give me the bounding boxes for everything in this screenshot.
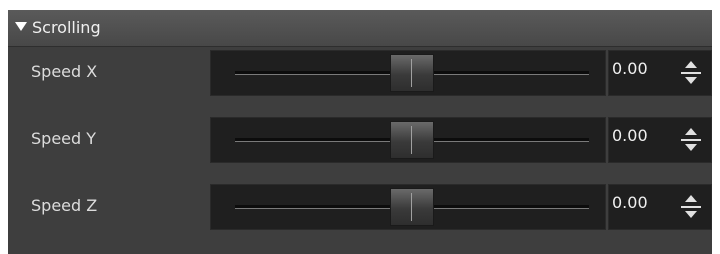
speed-y-label: Speed Y — [31, 129, 97, 148]
collapse-triangle-icon[interactable] — [15, 22, 27, 31]
speed-x-value-box — [608, 50, 712, 96]
slider-thumb[interactable] — [390, 188, 434, 226]
speed-z-slider[interactable] — [210, 184, 606, 230]
property-row-speed-z: Speed Z — [8, 181, 712, 233]
section-title: Scrolling — [32, 18, 101, 37]
speed-x-spinner — [679, 56, 703, 90]
speed-x-value-input[interactable] — [612, 53, 672, 83]
speed-y-spinner — [679, 123, 703, 157]
spin-up-arrow-icon[interactable] — [679, 123, 703, 139]
speed-z-value-box — [608, 184, 712, 230]
property-row-speed-y: Speed Y — [8, 114, 712, 166]
section-header[interactable]: Scrolling — [8, 10, 712, 47]
speed-z-spinner — [679, 190, 703, 224]
property-row-speed-x: Speed X — [8, 47, 712, 99]
spin-up-arrow-icon[interactable] — [679, 56, 703, 72]
speed-z-value-input[interactable] — [612, 187, 672, 217]
spin-down-arrow-icon[interactable] — [679, 208, 703, 224]
speed-y-value-input[interactable] — [612, 120, 672, 150]
spin-down-arrow-icon[interactable] — [679, 141, 703, 157]
spin-down-arrow-icon[interactable] — [679, 74, 703, 90]
slider-thumb[interactable] — [390, 54, 434, 92]
slider-thumb[interactable] — [390, 121, 434, 159]
scrolling-panel: Scrolling Speed X Speed Y — [8, 10, 712, 254]
speed-x-slider[interactable] — [210, 50, 606, 96]
speed-y-slider[interactable] — [210, 117, 606, 163]
speed-y-value-box — [608, 117, 712, 163]
speed-z-label: Speed Z — [31, 196, 98, 215]
speed-x-label: Speed X — [31, 62, 98, 81]
spin-up-arrow-icon[interactable] — [679, 190, 703, 206]
